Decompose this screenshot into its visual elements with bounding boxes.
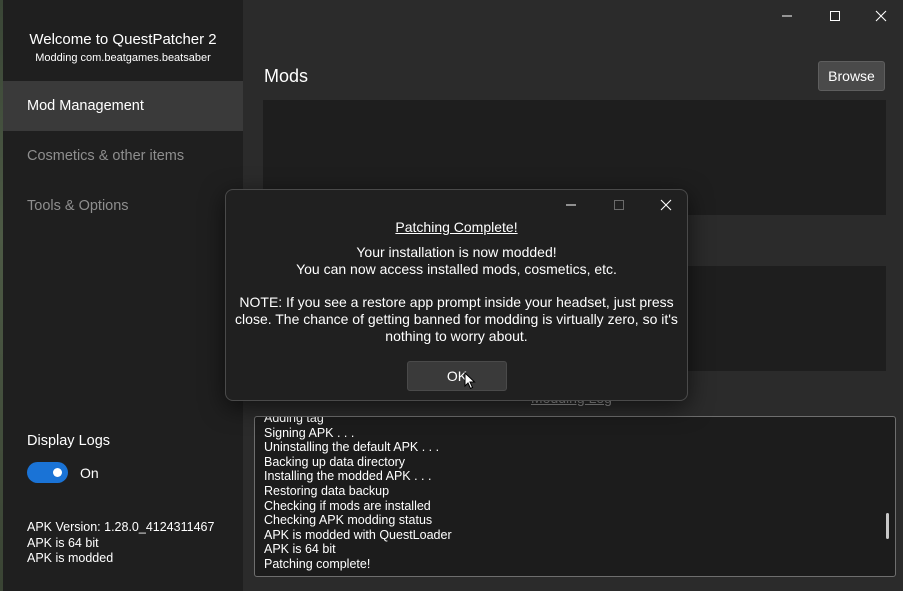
minimize-button[interactable]: [764, 0, 810, 32]
log-line: Backing up data directory: [264, 454, 406, 469]
dialog-note: NOTE: If you see a restore app prompt in…: [235, 294, 678, 344]
ok-button[interactable]: OK: [407, 361, 507, 391]
nav-item-mod-management[interactable]: Mod Management: [3, 81, 243, 131]
log-line: Checking APK modding status: [264, 513, 433, 528]
close-icon: [660, 199, 672, 211]
apk-bitness-text: APK is 64 bit: [27, 536, 99, 550]
apk-version-text: APK Version: 1.28.0_4124311467: [27, 520, 215, 534]
dialog-minimize-button[interactable]: [548, 193, 594, 217]
nav-item-cosmetics[interactable]: Cosmetics & other items: [3, 131, 243, 181]
nav-item-tools-options[interactable]: Tools & Options: [3, 181, 243, 231]
patching-complete-dialog: Patching Complete! Your installation is …: [225, 189, 688, 401]
dialog-message-line: Your installation is now modded!: [356, 244, 557, 260]
minimize-icon: [782, 15, 792, 17]
close-button[interactable]: [858, 0, 903, 32]
dialog-maximize-button[interactable]: [596, 193, 642, 217]
app-window: Welcome to QuestPatcher 2 Modding com.be…: [3, 0, 903, 591]
log-line: Patching complete!: [264, 556, 371, 571]
display-logs-toggle[interactable]: [27, 462, 68, 483]
page-title: Mods: [264, 66, 309, 86]
log-line: Signing APK . . .: [264, 425, 355, 440]
log-line: APK is modded with QuestLoader: [264, 527, 452, 542]
mouse-cursor-icon: [464, 372, 476, 390]
log-lines: Adding tag Signing APK . . . Uninstallin…: [264, 416, 452, 572]
toggle-state-label: On: [80, 465, 99, 481]
browse-button[interactable]: Browse: [818, 61, 885, 91]
log-line: Restoring data backup: [264, 483, 390, 498]
app-title: Welcome to QuestPatcher 2: [29, 31, 217, 48]
maximize-button[interactable]: [812, 0, 858, 32]
maximize-icon: [830, 11, 840, 21]
log-line: Checking if mods are installed: [264, 498, 431, 513]
app-subtitle: Modding com.beatgames.beatsaber: [35, 52, 211, 64]
log-output[interactable]: Adding tag Signing APK . . . Uninstallin…: [254, 416, 896, 577]
log-line: Adding tag: [264, 416, 324, 425]
display-logs-label: Display Logs: [27, 433, 111, 449]
close-icon: [875, 10, 887, 22]
sidebar: Welcome to QuestPatcher 2 Modding com.be…: [3, 0, 243, 591]
log-line: APK is 64 bit: [264, 542, 336, 557]
dialog-close-button[interactable]: [643, 193, 689, 217]
log-scrollbar[interactable]: [886, 513, 889, 539]
maximize-icon: [614, 200, 624, 210]
dialog-message-line: You can now access installed mods, cosme…: [296, 261, 617, 277]
minimize-icon: [566, 204, 576, 206]
log-line: Installing the modded APK . . .: [264, 469, 432, 484]
dialog-title: Patching Complete!: [395, 219, 518, 235]
apk-modded-text: APK is modded: [27, 551, 114, 565]
toggle-knob: [53, 468, 62, 477]
log-line: Uninstalling the default APK . . .: [264, 440, 440, 455]
